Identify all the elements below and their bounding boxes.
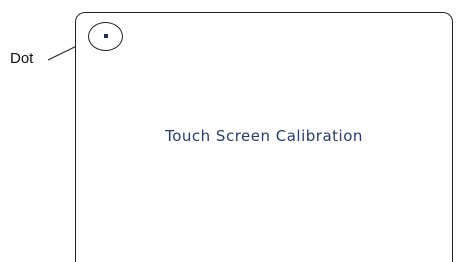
dot-callout-label: Dot (10, 50, 34, 67)
calibration-screen-title: Touch Screen Calibration (165, 127, 363, 145)
calibration-dot[interactable] (104, 34, 108, 38)
